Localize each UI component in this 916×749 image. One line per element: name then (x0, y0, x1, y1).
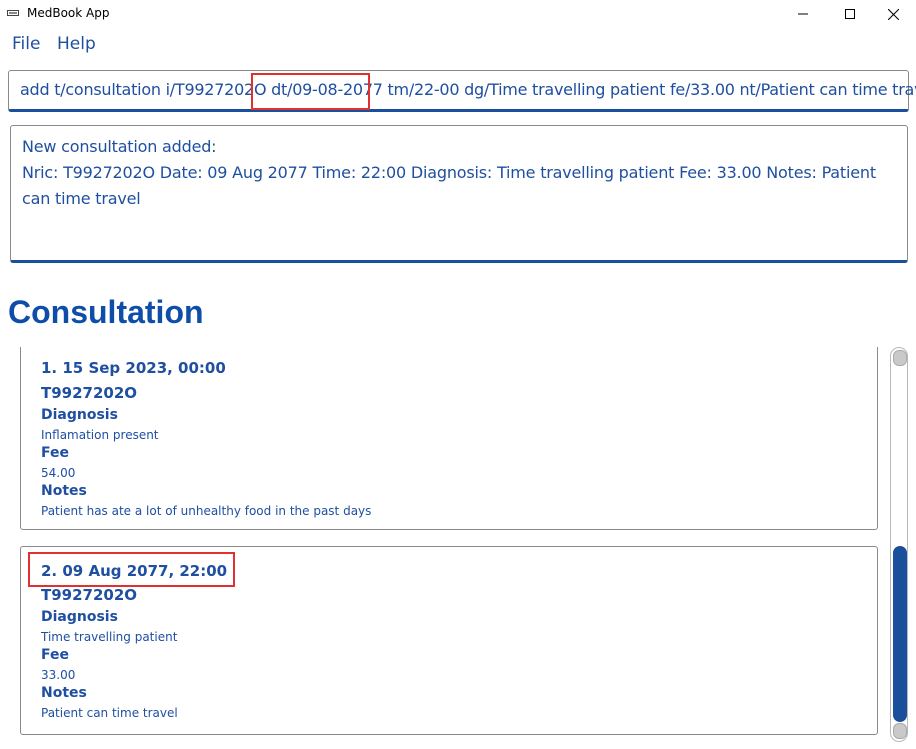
window-title: MedBook App (27, 6, 110, 20)
minimize-icon (798, 13, 808, 15)
list-scrollbar[interactable] (890, 347, 908, 742)
command-text-after: tm/22-00 dg/Time travelling patient fe/3… (382, 80, 916, 99)
consultation-nric: T9927202O (41, 384, 138, 402)
fee-value: 33.00 (41, 668, 76, 682)
result-display: New consultation added: Nric: T9927202O … (10, 125, 908, 263)
close-button[interactable] (870, 0, 916, 28)
consultation-nric: T9927202O (41, 586, 138, 604)
fee-label: Fee (41, 647, 69, 663)
maximize-button[interactable] (827, 0, 873, 28)
notes-label: Notes (41, 483, 87, 499)
notes-value: Patient can time travel (41, 706, 178, 720)
command-input[interactable]: add t/consultation i/T9927202O dt/09-08-… (8, 70, 916, 112)
diagnosis-value: Time travelling patient (41, 630, 178, 644)
result-line-1: New consultation added: (22, 137, 217, 156)
command-highlight-box (251, 73, 370, 110)
consultation-header: 1. 15 Sep 2023, 00:00 (41, 359, 226, 377)
maximize-icon (845, 9, 855, 19)
diagnosis-label: Diagnosis (41, 407, 118, 423)
diagnosis-value: Inflamation present (41, 428, 159, 442)
section-title: Consultation (8, 294, 204, 330)
result-text: New consultation added: Nric: T9927202O … (22, 134, 892, 212)
scroll-down-cap[interactable] (893, 723, 907, 739)
command-text-before: add t/consultation i/T9927202O (20, 80, 272, 99)
notes-label: Notes (41, 685, 87, 701)
notes-value: Patient has ate a lot of unhealthy food … (41, 504, 372, 518)
fee-value: 54.00 (41, 466, 76, 480)
app-icon (7, 10, 19, 16)
consultation-card-1[interactable]: 1. 15 Sep 2023, 00:00 T9927202O Diagnosi… (20, 347, 878, 530)
menu-help[interactable]: Help (57, 34, 96, 54)
fee-label: Fee (41, 445, 69, 461)
diagnosis-label: Diagnosis (41, 609, 118, 625)
consultation-list[interactable]: 1. 15 Sep 2023, 00:00 T9927202O Diagnosi… (10, 347, 888, 742)
close-icon (887, 8, 899, 20)
header-highlight-box (28, 552, 235, 587)
result-line-2: Nric: T9927202O Date: 09 Aug 2077 Time: … (22, 163, 876, 208)
minimize-button[interactable] (780, 0, 826, 28)
menu-file[interactable]: File (12, 34, 40, 54)
scroll-up-cap[interactable] (893, 350, 907, 366)
title-bar: MedBook App (0, 0, 916, 28)
command-text: add t/consultation i/T9927202O dt/09-08-… (20, 80, 916, 99)
scroll-thumb[interactable] (893, 546, 907, 722)
